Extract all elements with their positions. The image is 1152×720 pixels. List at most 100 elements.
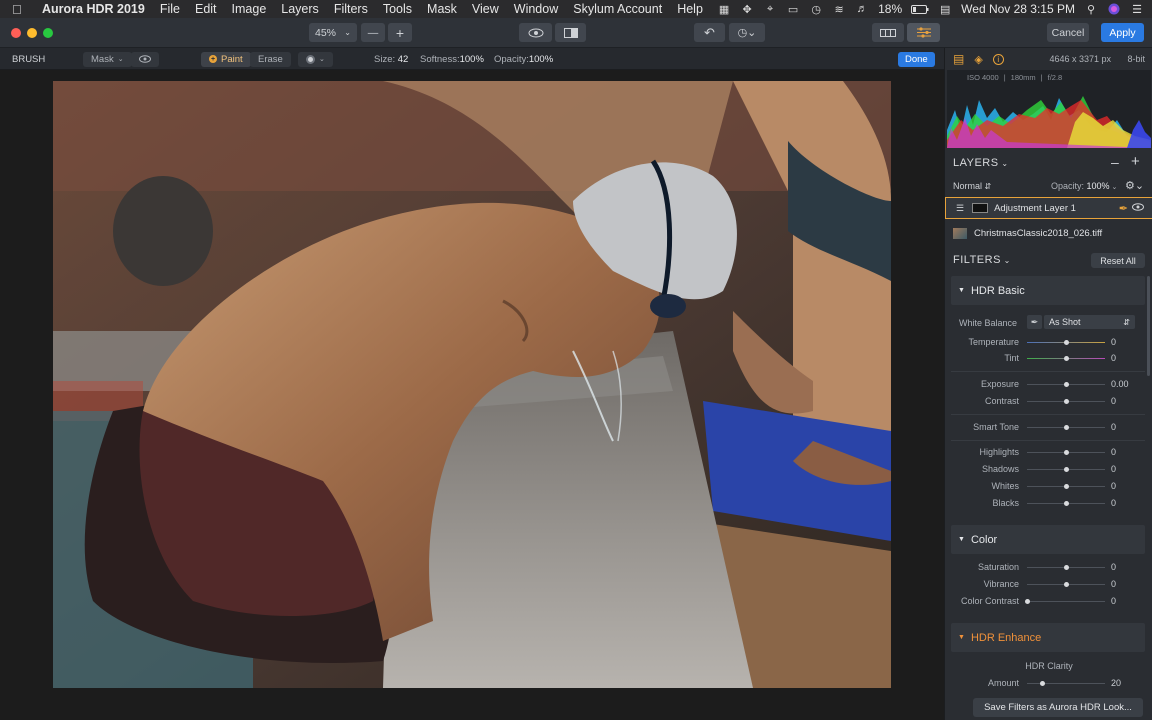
white-balance-select[interactable]: As Shot ⇵ — [1044, 315, 1135, 329]
compare-button[interactable] — [555, 23, 586, 42]
menu-mask[interactable]: Mask — [427, 2, 457, 16]
slider-knob[interactable] — [1024, 599, 1030, 604]
remove-layer-icon[interactable]: – — [1111, 154, 1119, 170]
filters-title[interactable]: FILTERS ⌄ — [953, 254, 1011, 266]
layer-row-image[interactable]: ChristmasClassic2018_026.tiff — [945, 222, 1152, 244]
notification-center-icon[interactable]: ☰ — [1130, 3, 1144, 16]
menubar-clock[interactable]: Wed Nov 28 3:15 PM — [961, 2, 1075, 16]
slider-value[interactable]: 0 — [1111, 579, 1131, 589]
menu-skylum-account[interactable]: Skylum Account — [573, 2, 662, 16]
slider-value[interactable]: 0 — [1111, 596, 1131, 606]
minimize-window-icon[interactable] — [27, 28, 37, 38]
preview-eye-button[interactable] — [519, 23, 552, 42]
layers-stack-icon[interactable]: ◈ — [974, 53, 982, 66]
history-button[interactable]: ◷⌄ — [729, 23, 765, 42]
slider-knob[interactable] — [1063, 501, 1069, 506]
mask-visibility-button[interactable] — [131, 51, 159, 67]
layer-settings-gear-icon[interactable]: ⚙⌄ — [1125, 179, 1144, 192]
time-machine-icon[interactable]: ◷ — [809, 3, 823, 16]
menu-app-name[interactable]: Aurora HDR 2019 — [42, 2, 145, 16]
display-icon[interactable]: ▤ — [938, 3, 952, 16]
slider-track[interactable] — [1027, 683, 1105, 684]
slider-knob[interactable] — [1063, 399, 1069, 404]
blacks-slider[interactable]: Blacks 0 — [945, 496, 1145, 512]
hdr-basic-header[interactable]: ▼ HDR Basic — [951, 276, 1145, 305]
slider-value[interactable]: 0 — [1111, 353, 1131, 363]
image-canvas[interactable] — [0, 70, 944, 720]
cancel-button[interactable]: Cancel — [1047, 23, 1089, 42]
slider-knob[interactable] — [1063, 467, 1069, 472]
slider-knob[interactable] — [1063, 565, 1069, 570]
close-window-icon[interactable] — [11, 28, 21, 38]
smart-tone-slider[interactable]: Smart Tone 0 — [945, 420, 1145, 436]
reset-all-button[interactable]: Reset All — [1091, 253, 1145, 268]
battery-icon[interactable] — [911, 3, 929, 15]
spotlight-search-icon[interactable]: ⚲ — [1084, 3, 1098, 16]
tint-slider[interactable]: Tint 0 — [945, 351, 1145, 367]
airplay-icon[interactable]: ▭ — [786, 3, 800, 16]
info-icon[interactable]: i — [992, 53, 1004, 65]
slider-value[interactable]: 0 — [1111, 481, 1131, 491]
slider-value[interactable]: 0 — [1111, 464, 1131, 474]
slider-value[interactable]: 0 — [1111, 562, 1131, 572]
amount-slider[interactable]: Amount 20 — [945, 676, 1145, 692]
slider-value[interactable]: 0 — [1111, 498, 1131, 508]
adjustments-toggle-button[interactable] — [907, 23, 940, 42]
slider-knob[interactable] — [1063, 582, 1069, 587]
save-filters-as-look-button[interactable]: Save Filters as Aurora HDR Look... — [973, 698, 1143, 717]
slider-knob[interactable] — [1040, 681, 1046, 686]
eyedropper-icon[interactable]: ✒ — [1027, 315, 1042, 329]
slider-track[interactable] — [1027, 601, 1105, 602]
layer-visibility-eye-icon[interactable] — [1132, 202, 1144, 214]
size-value[interactable]: 42 — [398, 54, 409, 65]
done-button[interactable]: Done — [898, 51, 935, 67]
menu-help[interactable]: Help — [677, 2, 703, 16]
color-contrast-slider[interactable]: Color Contrast 0 — [945, 594, 1145, 610]
volume-icon[interactable]: ♬ — [855, 3, 869, 15]
slider-knob[interactable] — [1063, 484, 1069, 489]
swimmer-photo[interactable] — [53, 81, 891, 688]
slider-knob[interactable] — [1063, 382, 1069, 387]
slider-knob[interactable] — [1063, 425, 1069, 430]
contrast-slider[interactable]: Contrast 0 — [945, 394, 1145, 410]
slider-value[interactable]: 20 — [1111, 678, 1131, 688]
whites-slider[interactable]: Whites 0 — [945, 479, 1145, 495]
slider-value[interactable]: 0 — [1111, 447, 1131, 457]
opacity-value[interactable]: 100% — [529, 54, 553, 65]
menu-filters[interactable]: Filters — [334, 2, 368, 16]
brush-icon[interactable]: ✒ — [1119, 202, 1128, 215]
exposure-slider[interactable]: Exposure 0.00 — [945, 377, 1145, 393]
slider-knob[interactable] — [1063, 340, 1069, 345]
menu-window[interactable]: Window — [514, 2, 558, 16]
wifi-icon[interactable]: ≋ — [832, 3, 846, 16]
apple-menu-icon[interactable]:  — [12, 2, 32, 17]
menu-file[interactable]: File — [160, 2, 180, 16]
zoom-out-button[interactable]: — — [361, 23, 385, 42]
vibrance-slider[interactable]: Vibrance 0 — [945, 577, 1145, 593]
histogram-icon[interactable]: ▤ — [953, 52, 964, 66]
zoom-in-button[interactable]: + — [388, 23, 412, 42]
layer-opacity[interactable]: Opacity: 100% ⌄ — [1051, 181, 1117, 191]
hdr-enhance-header[interactable]: ▼ HDR Enhance — [951, 623, 1145, 652]
add-layer-icon[interactable]: + — [1131, 153, 1140, 170]
temperature-slider[interactable]: Temperature 0 — [945, 335, 1145, 351]
layer-row-adjustment[interactable]: ☰ Adjustment Layer 1 ✒ — [945, 197, 1152, 219]
slider-value[interactable]: 0 — [1111, 337, 1131, 347]
slider-value[interactable]: 0 — [1111, 396, 1131, 406]
slider-value[interactable]: 0.00 — [1111, 379, 1131, 389]
layers-title[interactable]: LAYERS ⌄ — [953, 157, 1009, 169]
siri-icon[interactable] — [1107, 3, 1121, 15]
softness-value[interactable]: 100% — [460, 54, 484, 65]
rss-icon[interactable]: ⌖ — [763, 3, 777, 15]
slider-knob[interactable] — [1063, 356, 1069, 361]
menu-layers[interactable]: Layers — [281, 2, 319, 16]
zoom-window-icon[interactable] — [43, 28, 53, 38]
battery-percent[interactable]: 18% — [878, 2, 902, 16]
apply-button[interactable]: Apply — [1101, 23, 1144, 42]
saturation-slider[interactable]: Saturation 0 — [945, 560, 1145, 576]
grid-icon[interactable]: ✥ — [740, 3, 754, 16]
shadows-slider[interactable]: Shadows 0 — [945, 462, 1145, 478]
slider-knob[interactable] — [1063, 450, 1069, 455]
zoom-select[interactable]: 45% ⌄ — [309, 23, 357, 42]
erase-mode-button[interactable]: Erase — [250, 51, 291, 67]
